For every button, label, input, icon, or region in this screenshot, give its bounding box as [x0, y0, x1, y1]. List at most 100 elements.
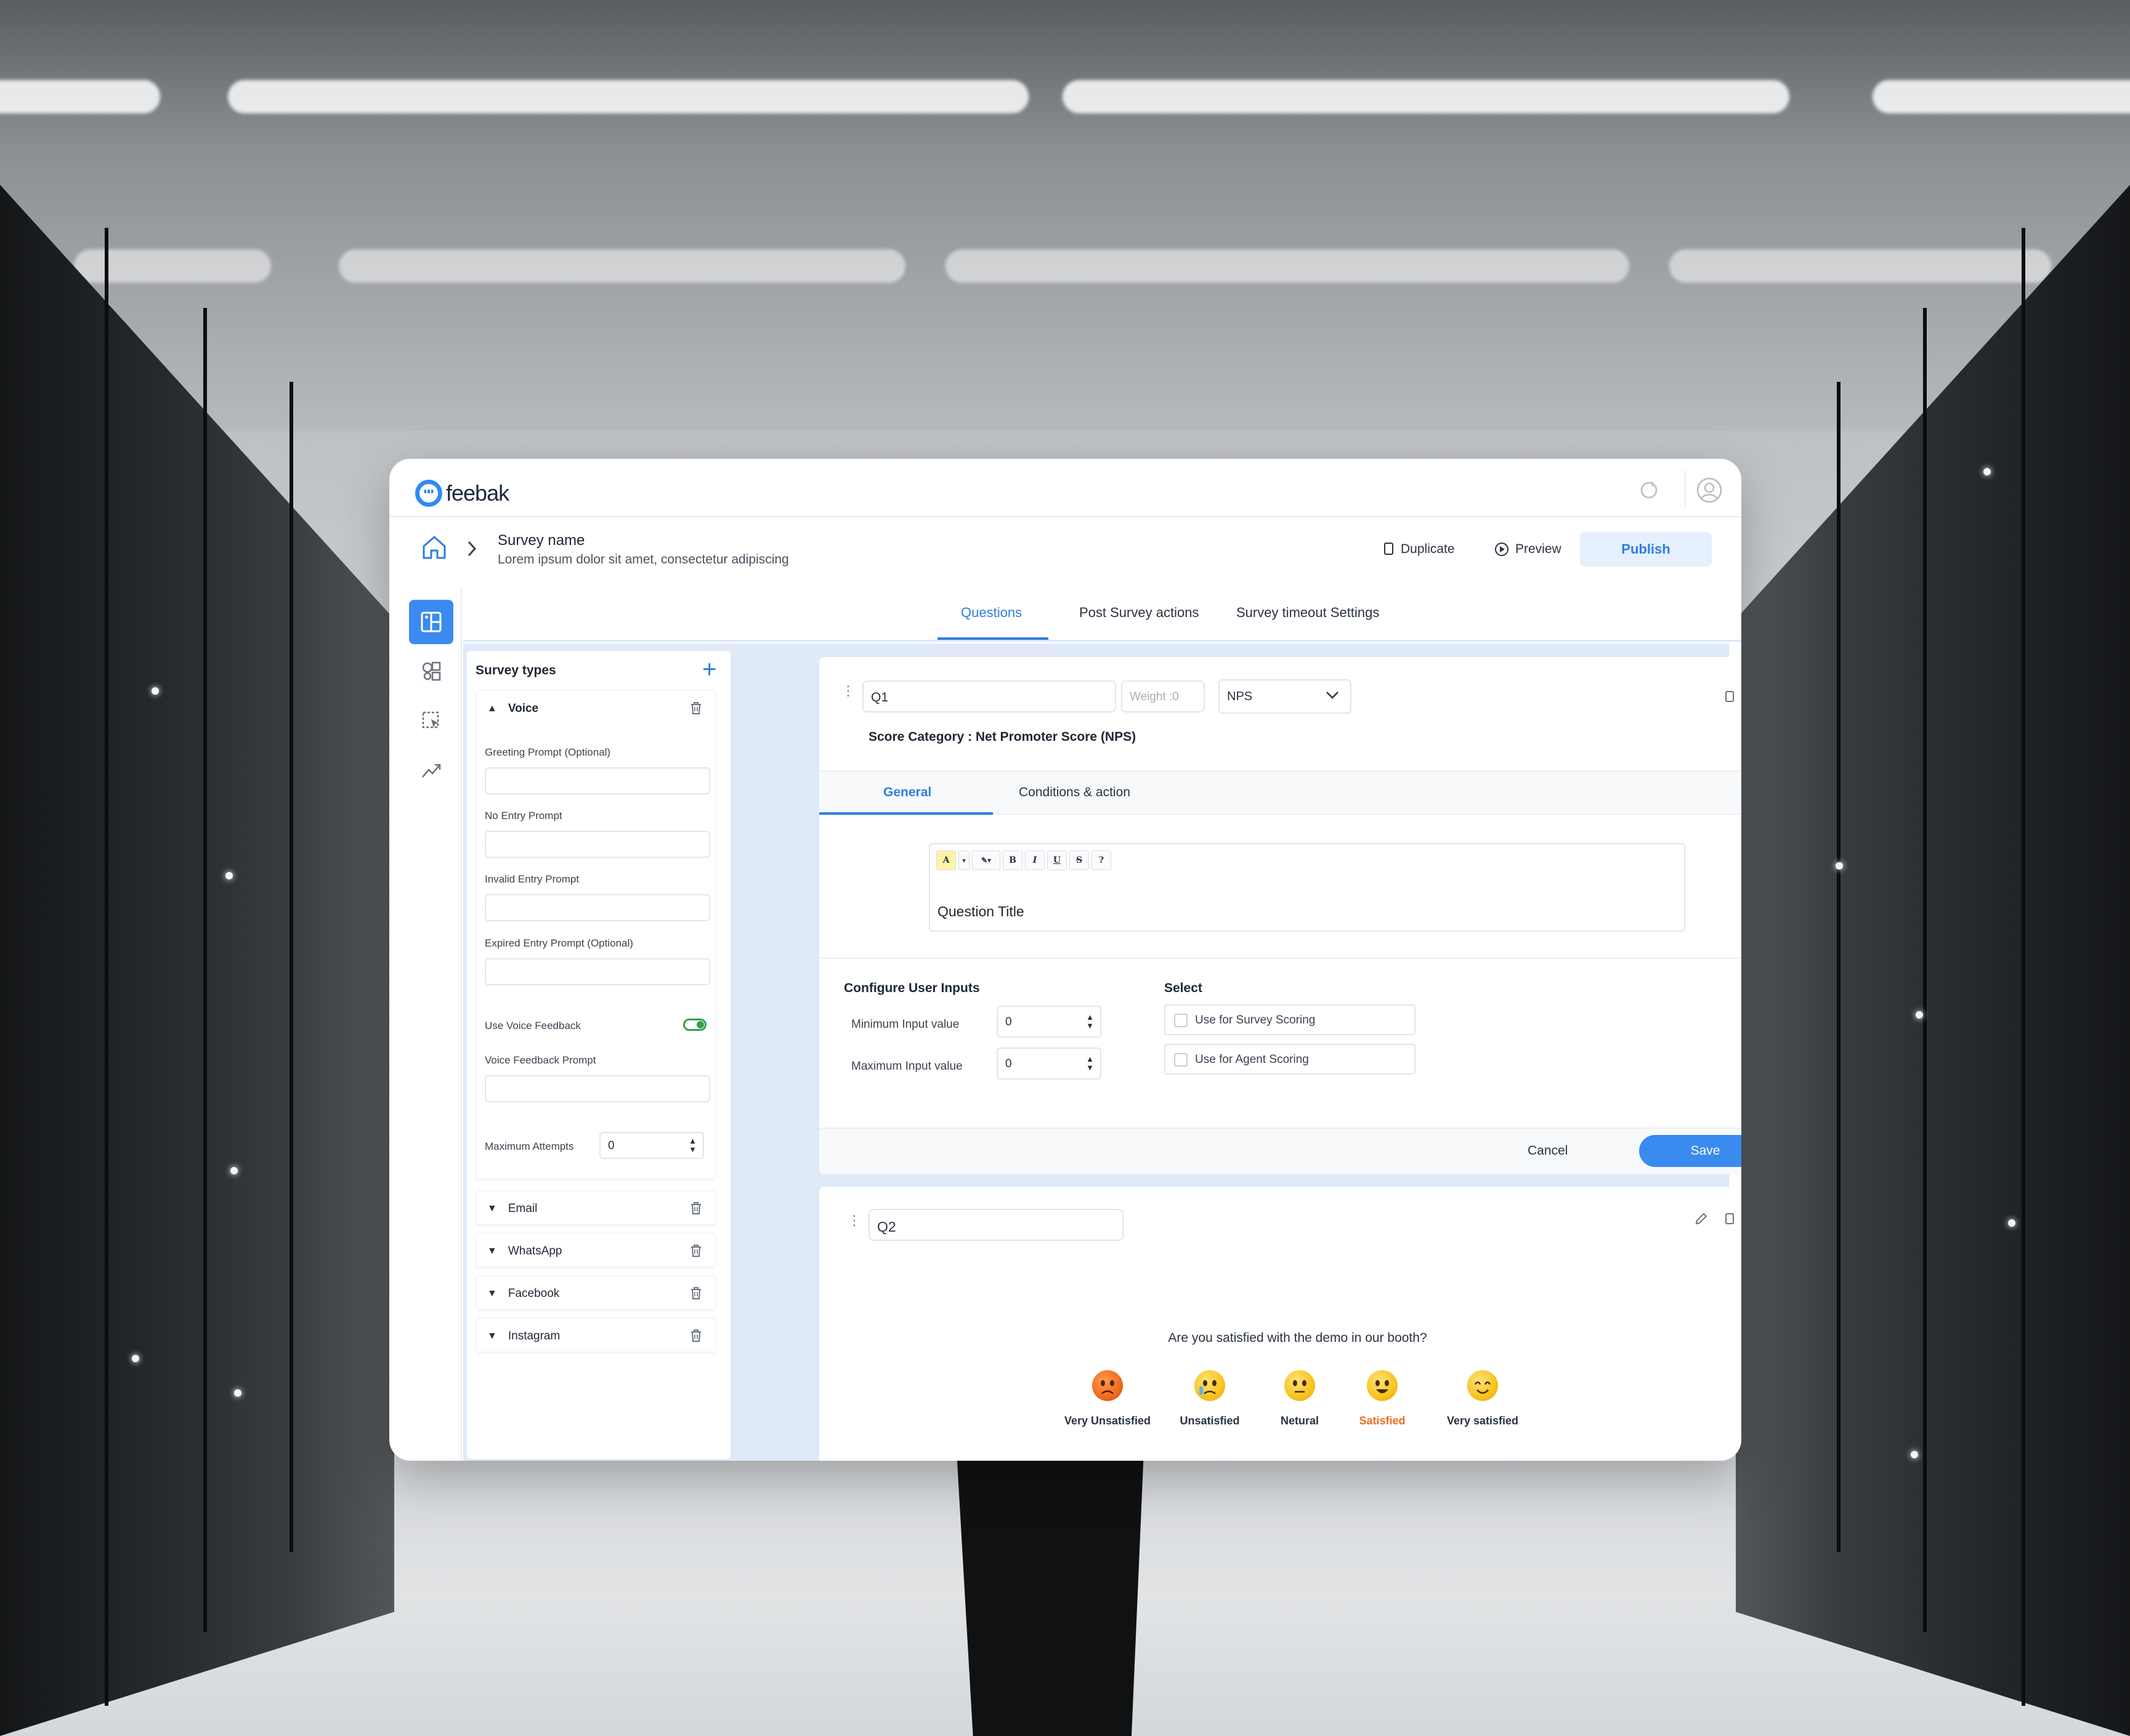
italic-button[interactable]: I — [1025, 850, 1045, 870]
maximum-attempts-stepper[interactable]: 0 ▲ ▼ — [599, 1132, 704, 1159]
invalid-entry-prompt-label: Invalid Entry Prompt — [485, 873, 580, 885]
highlight-dropdown-button[interactable]: ▾ — [958, 850, 970, 870]
user-avatar-icon[interactable] — [1696, 477, 1722, 503]
underline-button[interactable]: U — [1047, 850, 1067, 870]
no-entry-prompt-input[interactable] — [485, 831, 710, 858]
drag-handle-icon[interactable]: ⋮⋮ — [841, 684, 870, 705]
app-window: feebak Survey name Lorem ipsum dolor sit… — [389, 459, 1741, 1461]
duplicate-button[interactable]: Duplicate — [1382, 535, 1455, 563]
subtab-general[interactable]: General — [883, 785, 931, 800]
survey-types-title: Survey types — [476, 663, 556, 677]
question-id-input[interactable]: Q2 — [869, 1209, 1124, 1241]
help-button[interactable]: ? — [1091, 850, 1111, 870]
question-type-select[interactable]: NPS — [1218, 679, 1351, 714]
trash-icon[interactable] — [689, 1201, 703, 1216]
rating-option-very-satisfied[interactable]: Very satisfied — [1409, 1370, 1557, 1427]
nav-item-survey-builder[interactable] — [409, 600, 453, 644]
question-card-q1: ⋮⋮ Q1 Weight :0 NPS Score Category : Net… — [819, 657, 1741, 1174]
voice-feedback-prompt-input[interactable] — [485, 1075, 710, 1102]
facebook-label: Facebook — [508, 1287, 560, 1300]
facebook-accordion[interactable]: ▼ Facebook — [476, 1275, 716, 1310]
play-icon — [1495, 543, 1508, 556]
configure-user-inputs-title: Configure User Inputs — [844, 981, 980, 995]
trend-icon — [422, 764, 441, 778]
survey-types-panel: Survey types + ▲ Voice Greeting Prompt (… — [467, 651, 731, 1459]
add-survey-type-icon[interactable]: + — [702, 657, 716, 682]
instagram-label: Instagram — [508, 1330, 561, 1342]
instagram-accordion[interactable]: ▼ Instagram — [476, 1318, 716, 1352]
use-for-survey-scoring-checkbox[interactable]: Use for Survey Scoring — [1164, 1004, 1415, 1035]
checkbox-box[interactable] — [1174, 1053, 1188, 1067]
survey-description: Lorem ipsum dolor sit amet, consectetur … — [498, 552, 789, 567]
question-title-editor[interactable]: A ▾ ✎▾ B I U S ? Question Title — [929, 843, 1685, 932]
checkbox-box[interactable] — [1174, 1014, 1188, 1027]
topbar-divider — [1685, 470, 1686, 507]
maximum-input-value: 0 — [1005, 1057, 1012, 1070]
whatsapp-accordion[interactable]: ▼ WhatsApp — [476, 1233, 716, 1267]
logo-mark-icon — [415, 480, 442, 507]
nav-item-analytics[interactable] — [409, 748, 453, 792]
stepper-arrows-icon[interactable]: ▲ ▼ — [1086, 1013, 1094, 1030]
rack-led — [1983, 468, 1991, 475]
maximum-input-stepper[interactable]: 0 ▲ ▼ — [997, 1048, 1101, 1080]
minimum-input-stepper[interactable]: 0 ▲ ▼ — [997, 1006, 1101, 1038]
minimum-input-value: 0 — [1005, 1015, 1012, 1028]
trash-icon[interactable] — [689, 701, 703, 716]
copy-icon[interactable] — [1722, 689, 1737, 704]
active-tab-indicator — [937, 637, 1048, 640]
stepper-arrows-icon[interactable]: ▲ ▼ — [1086, 1055, 1094, 1072]
trash-icon[interactable] — [689, 1286, 703, 1301]
add-widget-icon — [421, 612, 442, 632]
nav-item-settings[interactable] — [409, 649, 453, 693]
voice-label: Voice — [508, 702, 539, 715]
tab-questions[interactable]: Questions — [961, 605, 1022, 621]
caret-down-icon: ▼ — [487, 1288, 497, 1299]
weight-input[interactable]: Weight :0 — [1121, 680, 1205, 713]
caret-down-icon: ▼ — [487, 1331, 497, 1341]
highlight-button[interactable]: A — [936, 850, 956, 870]
expired-entry-prompt-input[interactable] — [485, 958, 710, 985]
minimum-input-label: Minimum Input value — [851, 1018, 960, 1031]
logo[interactable]: feebak — [415, 480, 509, 507]
drag-handle-icon[interactable]: ⋮⋮ — [848, 1214, 876, 1235]
rack-divider — [1923, 308, 1927, 1632]
nav-item-templates[interactable] — [409, 698, 453, 743]
greeting-prompt-input[interactable] — [485, 767, 710, 794]
rack-led — [230, 1167, 238, 1174]
stepper-arrows-icon[interactable]: ▲ ▼ — [689, 1137, 697, 1154]
copy-icon[interactable] — [1722, 1211, 1737, 1226]
use-voice-feedback-toggle[interactable] — [683, 1019, 707, 1031]
survey-name: Survey name — [498, 532, 585, 549]
subtab-conditions-action[interactable]: Conditions & action — [1019, 785, 1130, 800]
main-tabs: Questions Post Survey actions Survey tim… — [463, 587, 1741, 642]
cursor-select-icon — [422, 711, 439, 729]
crying-face-icon — [1194, 1370, 1225, 1401]
cancel-button[interactable]: Cancel — [1528, 1144, 1568, 1158]
invalid-entry-prompt-input[interactable] — [485, 894, 710, 921]
publish-button[interactable]: Publish — [1580, 532, 1712, 567]
edit-pencil-icon[interactable] — [1694, 1211, 1709, 1226]
no-entry-prompt-label: No Entry Prompt — [485, 810, 562, 822]
bold-button[interactable]: B — [1003, 850, 1022, 870]
save-button[interactable]: Save — [1639, 1135, 1741, 1167]
rack-led — [132, 1355, 139, 1362]
refresh-icon[interactable] — [1638, 480, 1659, 501]
email-accordion[interactable]: ▼ Email — [476, 1190, 716, 1225]
tab-post-survey-actions[interactable]: Post Survey actions — [1079, 605, 1199, 621]
side-nav — [389, 587, 462, 1461]
tab-survey-timeout-settings[interactable]: Survey timeout Settings — [1236, 605, 1379, 621]
trash-icon[interactable] — [689, 1328, 703, 1343]
preview-button[interactable]: Preview — [1494, 535, 1561, 563]
question-id-input[interactable]: Q1 — [862, 680, 1116, 713]
voice-accordion-header[interactable]: ▲ Voice — [487, 702, 538, 716]
use-for-agent-scoring-checkbox[interactable]: Use for Agent Scoring — [1164, 1044, 1415, 1075]
background-person — [957, 1453, 1144, 1736]
maximum-attempts-label: Maximum Attempts — [485, 1141, 574, 1152]
rack-led — [1916, 1011, 1923, 1019]
text-color-button[interactable]: ✎▾ — [972, 850, 1000, 870]
strikethrough-button[interactable]: S — [1069, 850, 1089, 870]
home-icon[interactable] — [420, 533, 448, 562]
use-for-survey-scoring-label: Use for Survey Scoring — [1195, 1014, 1316, 1027]
question-title-text[interactable]: Question Title — [937, 903, 1024, 920]
trash-icon[interactable] — [689, 1243, 703, 1258]
